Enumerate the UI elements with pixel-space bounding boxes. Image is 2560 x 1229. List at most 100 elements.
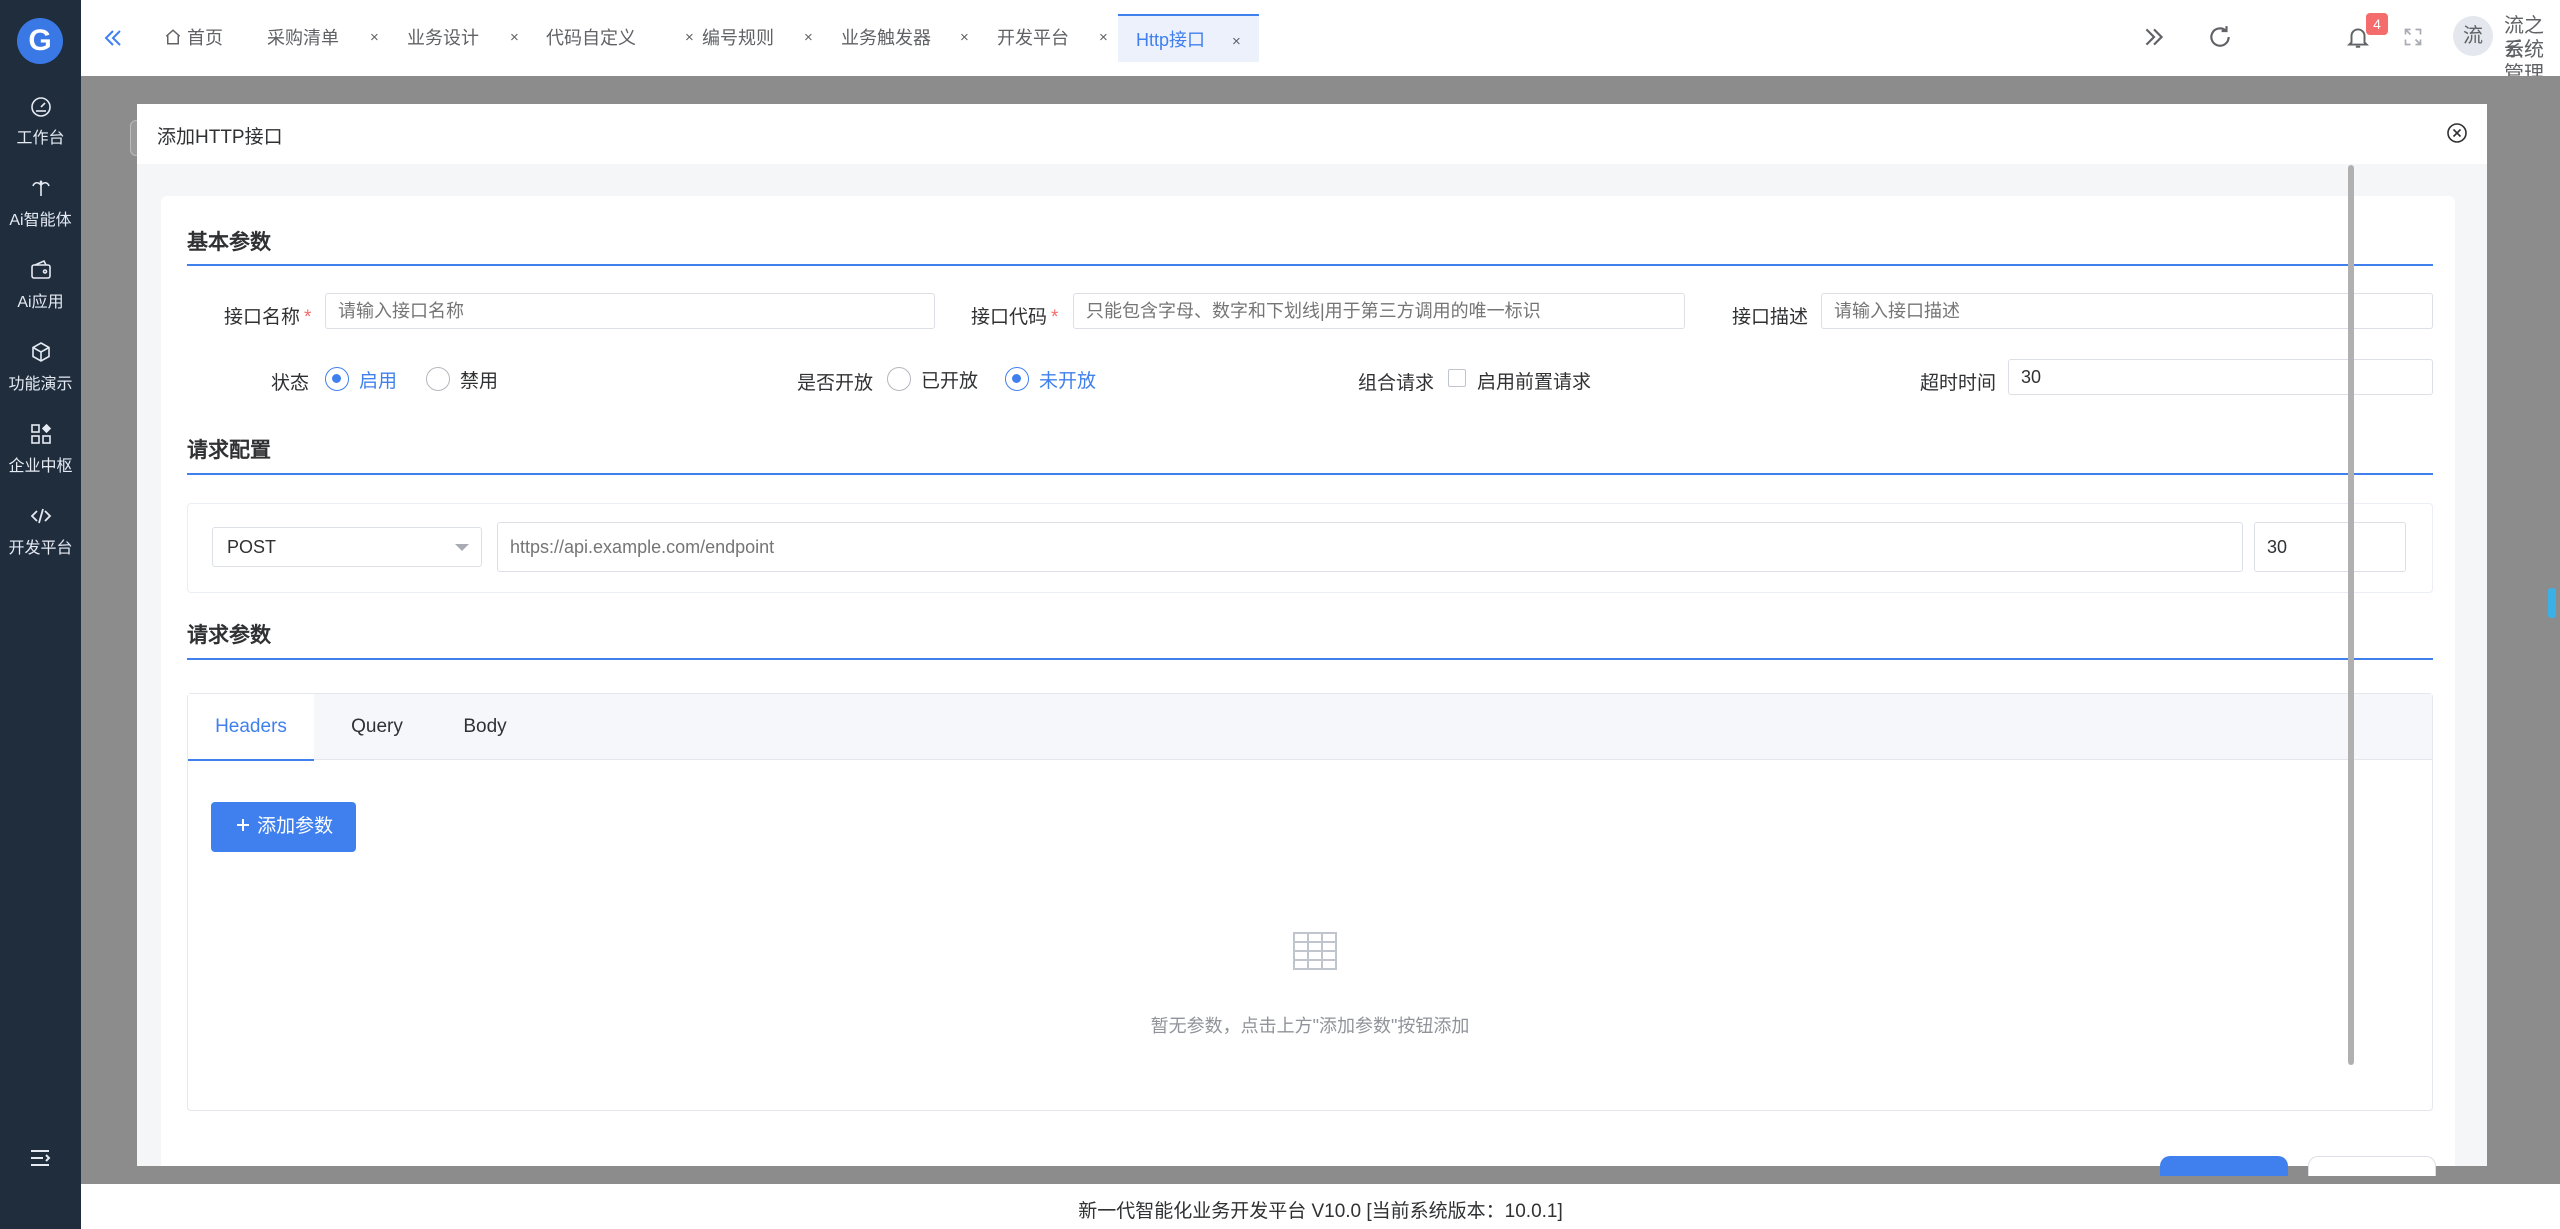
notification-badge: 4 (2366, 13, 2388, 35)
tab-label: 编号规则 (702, 28, 774, 48)
interface-code-label: 接口代码 * (971, 307, 1059, 328)
tab-close-icon[interactable]: × (685, 14, 694, 62)
sidebar-item-ai-agent[interactable]: Ai智能体 (0, 176, 81, 246)
tab-business-design[interactable]: 业务设计 × (407, 14, 519, 62)
sidebar-item-workbench[interactable]: 工作台 (0, 94, 81, 164)
combo-request-label: 组合请求 (1358, 373, 1435, 394)
status-disabled-radio[interactable]: 禁用 (426, 365, 498, 393)
tab-label: 采购清单 (267, 28, 339, 48)
dialog-title: 添加HTTP接口 (157, 127, 283, 148)
tab-home[interactable]: 首页 (164, 14, 223, 62)
sidebar-item-enterprise[interactable]: 企业中枢 (0, 422, 81, 492)
required-mark: * (1051, 307, 1059, 328)
section-request-params-title: 请求参数 (187, 624, 271, 647)
home-icon (165, 29, 181, 45)
empty-table-icon (1293, 932, 1337, 970)
param-tabs-panel: Headers Query Body 添加参数 暂无参数，点击上方"添加参数"按… (187, 693, 2433, 1111)
plus-icon (236, 819, 249, 831)
tab-business-trigger[interactable]: 业务触发器 × (841, 14, 969, 62)
grid-icon (30, 423, 51, 444)
empty-state-text: 暂无参数，点击上方"添加参数"按钮添加 (1150, 1016, 1470, 1036)
cancel-button[interactable] (2308, 1156, 2436, 1176)
open-yes-radio[interactable]: 已开放 (887, 365, 978, 393)
tab-body[interactable]: Body (432, 694, 538, 760)
open-no-radio[interactable]: 未开放 (1005, 365, 1096, 393)
sidebar-item-label: Ai智能体 (9, 212, 72, 229)
close-icon[interactable] (2445, 121, 2469, 145)
param-tabs-header: Headers Query Body (188, 694, 2432, 761)
cube-icon (31, 342, 50, 362)
radio-dot (426, 367, 450, 391)
tab-label: 代码自定义 (546, 28, 636, 48)
sidebar-item-dev-platform[interactable]: 开发平台 (0, 504, 81, 574)
tab-label: 首页 (187, 28, 224, 48)
pre-request-checkbox[interactable] (1448, 369, 1466, 387)
tab-purchase-list[interactable]: 采购清单 × (267, 14, 379, 62)
top-bar: 首页 采购清单 × 业务设计 × 代码自定义 × 编号规则 × 业务触发器 × … (81, 0, 2560, 109)
pre-request-checkbox-label[interactable]: 启用前置请求 (1477, 367, 1591, 394)
sidebar-item-label: 工作台 (16, 130, 65, 147)
sidebar-item-label: 企业中枢 (8, 458, 73, 475)
request-config-box: POST (187, 503, 2433, 593)
tab-close-icon[interactable]: × (960, 14, 969, 62)
fullscreen-icon[interactable] (2403, 27, 2423, 47)
confirm-button[interactable] (2160, 1156, 2288, 1176)
sidebar-item-label: 功能演示 (8, 376, 73, 393)
double-chevron-left-icon[interactable] (101, 26, 125, 50)
timeout-input[interactable] (2008, 359, 2433, 395)
radio-dot (1005, 367, 1029, 391)
tab-query[interactable]: Query (322, 694, 432, 760)
sidebar: G 工作台 Ai智能体 Ai应用 功能演示 企业中枢 开发平台 (0, 0, 81, 1229)
tab-close-icon[interactable]: × (1099, 14, 1108, 62)
menu-toggle-icon[interactable] (28, 1146, 52, 1170)
http-method-select[interactable]: POST (212, 527, 482, 567)
tab-close-icon[interactable]: × (510, 14, 519, 62)
sidebar-item-ai-app[interactable]: Ai应用 (0, 258, 81, 328)
refresh-icon[interactable] (2207, 24, 2233, 50)
required-mark: * (304, 307, 312, 328)
section-basic-title: 基本参数 (187, 231, 271, 254)
interface-name-label: 接口名称 * (224, 307, 312, 328)
side-drawer-handle[interactable] (2548, 588, 2556, 618)
interface-name-input[interactable] (325, 293, 935, 329)
request-timeout-input[interactable] (2254, 522, 2406, 572)
tab-headers[interactable]: Headers (188, 694, 314, 761)
interface-code-input[interactable] (1073, 293, 1685, 329)
double-chevron-right-icon[interactable] (2141, 24, 2167, 50)
section-divider (187, 658, 2433, 660)
tab-numbering-rules[interactable]: 编号规则 × (702, 14, 813, 62)
radio-dot (887, 367, 911, 391)
tab-close-icon[interactable]: × (804, 14, 813, 62)
radio-dot (325, 367, 349, 391)
tab-http-interface[interactable]: Http接口 × (1118, 14, 1259, 62)
dialog-header: 添加HTTP接口 (137, 104, 2487, 164)
tab-label: 业务设计 (407, 28, 479, 48)
sidebar-item-demo[interactable]: 功能演示 (0, 340, 81, 410)
ai-agent-icon (31, 180, 50, 196)
status-enabled-radio[interactable]: 启用 (325, 365, 397, 393)
section-request-config-title: 请求配置 (187, 439, 271, 462)
dialog-scrollbar[interactable] (2348, 165, 2354, 1065)
code-icon (30, 508, 51, 524)
avatar[interactable]: 流 (2453, 16, 2493, 56)
interface-desc-input[interactable] (1821, 293, 2433, 329)
add-param-button[interactable]: 添加参数 (211, 802, 356, 852)
tab-code-custom[interactable]: 代码自定义 × (546, 14, 694, 62)
interface-desc-label: 接口描述 (1732, 307, 1809, 328)
section-divider (187, 473, 2433, 475)
chevron-down-icon (455, 544, 469, 551)
add-http-interface-dialog: 添加HTTP接口 基本参数 接口名称* 接口代码* 接口描述 状态 启用 禁用 (137, 104, 2487, 1166)
tab-label: 开发平台 (997, 28, 1069, 48)
tab-close-icon[interactable]: × (370, 14, 379, 62)
status-label: 状态 (271, 373, 310, 394)
app-logo: G (17, 18, 63, 64)
tab-close-icon[interactable]: × (1232, 33, 1241, 50)
copyright-text: 新一代智能化业务开发平台 V10.0 [当前系统版本：10.0.1] (1078, 1201, 1563, 1222)
dialog-body: 基本参数 接口名称* 接口代码* 接口描述 状态 启用 禁用 是否开放 已开放 (137, 164, 2487, 1166)
tab-label: 业务触发器 (841, 28, 931, 48)
request-url-input[interactable] (497, 522, 2243, 572)
tab-dev-platform[interactable]: 开发平台 × (997, 14, 1108, 62)
sidebar-item-label: 开发平台 (8, 540, 73, 557)
sidebar-item-label: Ai应用 (17, 294, 64, 311)
footer: 新一代智能化业务开发平台 V10.0 [当前系统版本：10.0.1] (81, 1184, 2560, 1229)
